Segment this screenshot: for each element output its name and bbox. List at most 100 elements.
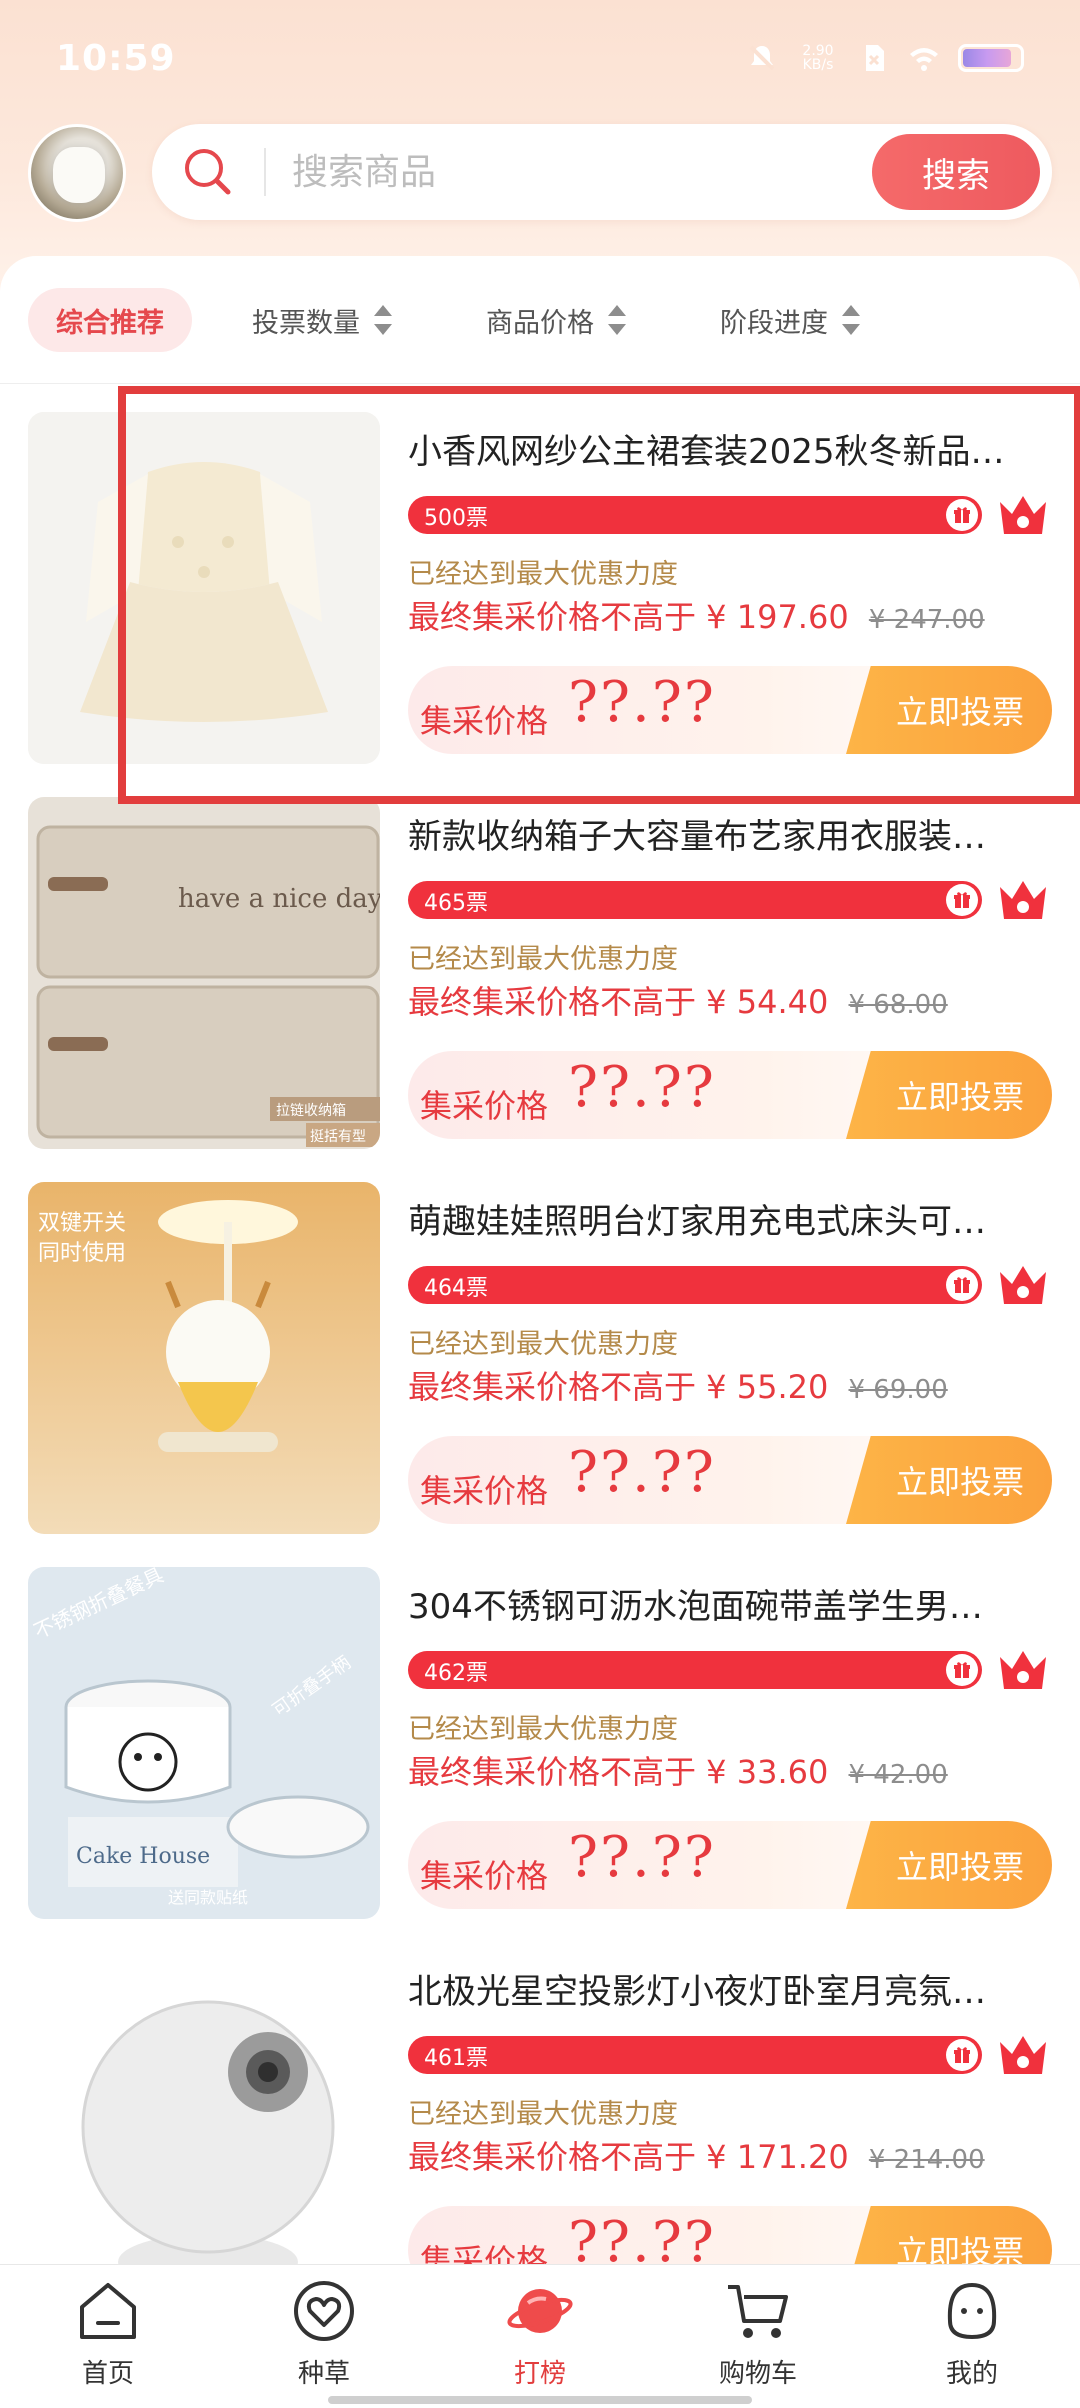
product-image[interactable]: 双键开关 同时使用	[28, 1182, 380, 1534]
heart-icon	[294, 2281, 354, 2341]
group-price-label: 集采价格	[420, 702, 549, 740]
search-button[interactable]: 搜索	[872, 134, 1040, 210]
avatar[interactable]	[28, 124, 126, 222]
product-title[interactable]: 304不锈钢可沥水泡面碗带盖学生男…	[408, 1579, 1048, 1628]
planet-icon	[507, 2289, 573, 2333]
max-discount-text: 已经达到最大优惠力度	[408, 559, 678, 590]
vote-count: 461票	[424, 2046, 488, 2071]
crown-icon	[1000, 881, 1046, 919]
lamp-text-1: 双键开关	[38, 1211, 126, 1236]
sort-arrows-icon	[374, 305, 392, 335]
nav-seeding[interactable]: 种草	[254, 2277, 394, 2397]
product-title[interactable]: 小香风网纱公主裙套装2025秋冬新品…	[408, 424, 1048, 473]
final-price-line: 最终集采价格不高于 ¥ 55.20 ¥ 69.00	[408, 1362, 948, 1408]
product-image[interactable]: have a nice day 拉链收纳箱 挺括有型	[28, 797, 380, 1149]
nav-ranking[interactable]: 打榜	[470, 2277, 610, 2397]
final-price-prefix: 最终集采价格不高于 ¥	[408, 1753, 737, 1791]
sort-arrows-icon	[608, 305, 626, 335]
product-title[interactable]: 北极光星空投影灯小夜灯卧室月亮氛…	[408, 1964, 1048, 2013]
product-card[interactable]: 小香风网纱公主裙套装2025秋冬新品… 500票 已经达到最大优惠力度 最终集采…	[0, 384, 1080, 769]
lamp-image: 双键开关 同时使用	[28, 1182, 380, 1534]
sort-bar: 综合推荐 投票数量 商品价格 阶段进度	[0, 256, 1080, 384]
wifi-icon	[910, 48, 938, 71]
final-price-line: 最终集采价格不高于 ¥ 33.60 ¥ 42.00	[408, 1747, 948, 1793]
crown-icon	[1000, 2036, 1046, 2074]
group-price-row: 集采价格 ??.?? 立即投票	[408, 1821, 1052, 1909]
vote-now-button[interactable]: 立即投票	[846, 1821, 1052, 1909]
product-card[interactable]: 北极光星空投影灯小夜灯卧室月亮氛… 461票 已经达到最大优惠力度 最终集采价格…	[0, 1924, 1080, 2309]
group-price-row: 集采价格 ??.?? 立即投票	[408, 1051, 1052, 1139]
tab-label: 综合推荐	[56, 307, 164, 339]
original-price: ¥ 247.00	[868, 605, 985, 635]
cart-icon	[728, 2285, 788, 2338]
search-input[interactable]	[292, 142, 812, 202]
bowl-image: 不锈钢折叠餐具 可折叠手柄 Cake House 送同款贴纸	[28, 1567, 380, 1919]
network-speed: 2.90 KB/s	[796, 44, 840, 72]
nav-label: 我的	[945, 2359, 998, 2389]
gift-icon[interactable]	[946, 884, 978, 916]
final-price-line: 最终集采价格不高于 ¥ 197.60 ¥ 247.00	[408, 592, 985, 638]
lamp-text-2: 同时使用	[38, 1241, 126, 1266]
search-icon	[185, 149, 231, 195]
product-image[interactable]	[28, 1952, 380, 2304]
max-discount-text: 已经达到最大优惠力度	[408, 1329, 678, 1360]
group-price: ??.??	[568, 1055, 716, 1120]
gift-icon[interactable]	[946, 1269, 978, 1301]
final-price: 171.20	[736, 2138, 849, 2176]
nav-label: 打榜	[513, 2359, 566, 2389]
crown-icon	[1000, 1266, 1046, 1304]
group-price: ??.??	[568, 1825, 716, 1890]
product-image[interactable]: 不锈钢折叠餐具 可折叠手柄 Cake House 送同款贴纸	[28, 1567, 380, 1919]
home-indicator[interactable]	[328, 2396, 752, 2404]
gift-icon[interactable]	[946, 2039, 978, 2071]
group-price-row: 集采价格 ??.?? 立即投票	[408, 666, 1052, 754]
product-card[interactable]: have a nice day 拉链收纳箱 挺括有型 新款收纳箱子大容量布艺家用…	[0, 769, 1080, 1154]
tab-stage-progress[interactable]: 阶段进度	[720, 288, 860, 352]
nav-profile[interactable]: 我的	[902, 2277, 1042, 2397]
vote-now-button[interactable]: 立即投票	[846, 1436, 1052, 1524]
tab-label: 投票数量	[252, 307, 360, 339]
final-price-prefix: 最终集采价格不高于 ¥	[408, 983, 737, 1021]
product-title[interactable]: 新款收纳箱子大容量布艺家用衣服装…	[408, 809, 1048, 858]
search-box[interactable]: 搜索	[152, 124, 1052, 220]
final-price: 54.40	[736, 983, 829, 1021]
vote-progress-bar: 461票	[408, 2036, 982, 2074]
product-image[interactable]	[28, 412, 380, 764]
box-print-text: have a nice day	[178, 884, 380, 914]
storage-box-image: have a nice day 拉链收纳箱 挺括有型	[28, 797, 380, 1149]
nav-label: 首页	[81, 2359, 134, 2389]
original-price: ¥ 214.00	[868, 2145, 985, 2175]
product-title[interactable]: 萌趣娃娃照明台灯家用充电式床头可…	[408, 1194, 1048, 1243]
final-price-prefix: 最终集采价格不高于 ¥	[408, 598, 737, 636]
home-icon	[80, 2283, 136, 2339]
gift-icon[interactable]	[946, 499, 978, 531]
group-price-label: 集采价格	[420, 1087, 549, 1125]
mute-icon	[749, 45, 775, 71]
status-time: 10:59	[56, 38, 176, 79]
original-price: ¥ 42.00	[848, 1760, 948, 1790]
tab-product-price[interactable]: 商品价格	[486, 288, 626, 352]
tab-comprehensive[interactable]: 综合推荐	[28, 288, 192, 352]
battery-icon	[958, 44, 1024, 72]
nav-cart[interactable]: 购物车	[688, 2277, 828, 2397]
speed-unit: KB/s	[802, 57, 834, 73]
crown-icon	[1000, 496, 1046, 534]
vote-now-button[interactable]: 立即投票	[846, 1051, 1052, 1139]
bowl-text-3: Cake House	[76, 1844, 210, 1869]
gift-icon[interactable]	[946, 1654, 978, 1686]
status-bar: 10:59 2.90 KB/s	[0, 0, 1080, 110]
vote-count: 462票	[424, 1661, 488, 1686]
box-tag-text-2: 挺括有型	[310, 1129, 366, 1145]
product-card[interactable]: 双键开关 同时使用 萌趣娃娃照明台灯家用充电式床头可… 464票 已经达到最大优…	[0, 1154, 1080, 1539]
final-price-prefix: 最终集采价格不高于 ¥	[408, 1368, 737, 1406]
max-discount-text: 已经达到最大优惠力度	[408, 1714, 678, 1745]
vote-progress-bar: 464票	[408, 1266, 982, 1304]
tab-vote-count[interactable]: 投票数量	[252, 288, 392, 352]
box-tag-text: 拉链收纳箱	[276, 1103, 346, 1119]
final-price-line: 最终集采价格不高于 ¥ 171.20 ¥ 214.00	[408, 2132, 985, 2178]
nav-home[interactable]: 首页	[38, 2277, 178, 2397]
group-price: ??.??	[568, 670, 716, 735]
vote-now-button[interactable]: 立即投票	[846, 666, 1052, 754]
product-card[interactable]: 不锈钢折叠餐具 可折叠手柄 Cake House 送同款贴纸 304不锈钢可沥水…	[0, 1539, 1080, 1924]
nav-label: 购物车	[718, 2359, 797, 2389]
